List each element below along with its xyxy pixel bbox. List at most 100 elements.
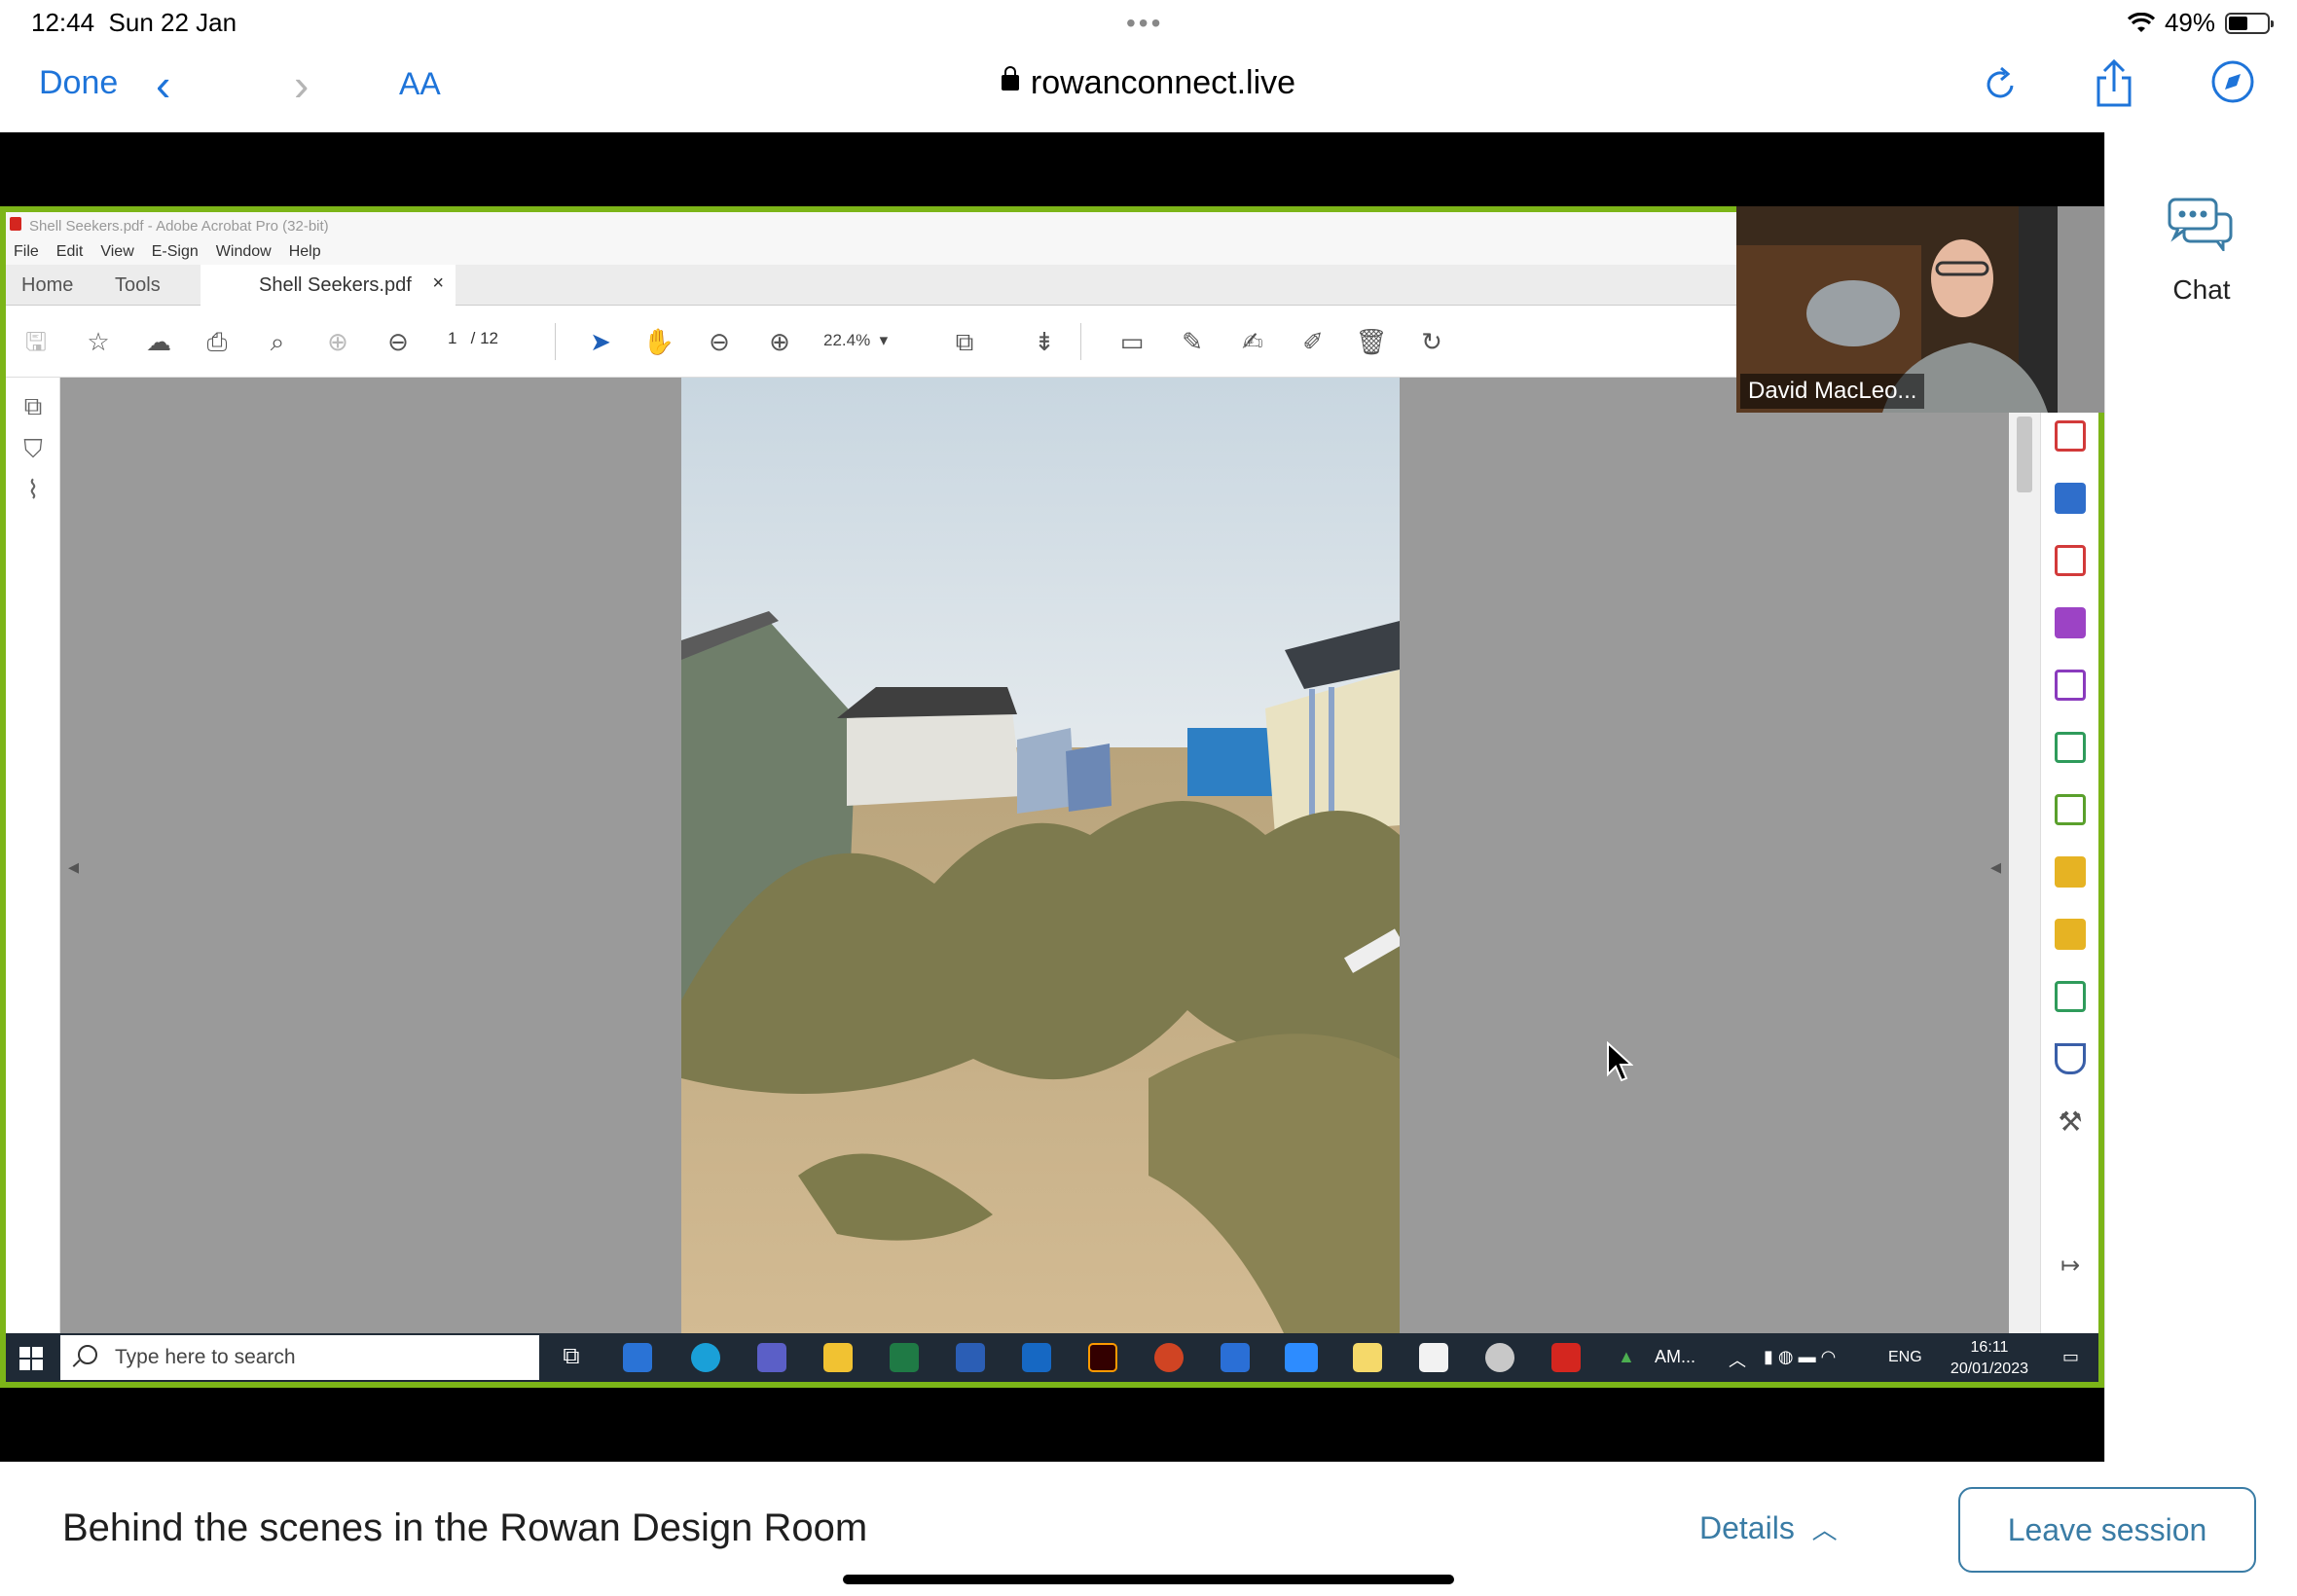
close-tab-icon[interactable]: × (432, 272, 444, 295)
upload-cloud-icon[interactable]: ☁ (142, 325, 175, 358)
comment-icon[interactable]: ▭ (1115, 325, 1148, 358)
organize-pages-icon[interactable] (2055, 545, 2086, 576)
scan-ocr-icon[interactable] (2055, 856, 2086, 888)
status-time: 12:44 Sun 22 Jan (31, 8, 237, 37)
sticky-notes-icon[interactable] (1353, 1343, 1382, 1372)
zoom-app-icon[interactable] (1285, 1343, 1318, 1372)
print-icon[interactable]: ⎙ (201, 325, 234, 358)
reload-icon[interactable] (1982, 60, 2021, 112)
protect-shield-icon[interactable] (2055, 1043, 2086, 1074)
zoom-search-icon[interactable]: ⌕ (261, 325, 294, 358)
fit-page-icon[interactable]: ⧉ (948, 325, 981, 358)
lock-icon (1001, 66, 1019, 91)
menu-help[interactable]: Help (289, 243, 321, 261)
chat-label[interactable]: Chat (2105, 274, 2297, 306)
page-up-icon[interactable]: ⊕ (321, 325, 354, 358)
toolbar-divider (1080, 323, 1081, 360)
bookmark-star-icon[interactable]: ☆ (82, 325, 115, 358)
page-down-icon[interactable]: ⊖ (382, 325, 415, 358)
draw-icon[interactable]: ✍ (1236, 325, 1269, 358)
outlook-icon[interactable] (1022, 1343, 1051, 1372)
tray-chevron-icon[interactable]: ︿ (1729, 1347, 1746, 1372)
battery-percent: 49% (2164, 8, 2215, 37)
task-view-icon[interactable]: ⧉ (557, 1343, 586, 1372)
request-signature-icon[interactable] (2055, 607, 2086, 638)
menu-file[interactable]: File (14, 243, 39, 261)
home-indicator[interactable] (843, 1575, 1454, 1584)
vertical-scrollbar[interactable] (2009, 378, 2040, 1333)
windows-start-icon[interactable] (19, 1347, 43, 1370)
leave-session-button[interactable]: Leave session (1958, 1487, 2256, 1573)
taskbar-clock[interactable]: 16:11 20/01/2023 (1951, 1337, 2028, 1380)
scroll-mode-icon[interactable]: ⇟ (1028, 325, 1061, 358)
collapse-left-icon[interactable]: ◂ (68, 854, 79, 880)
collapse-right-icon[interactable]: ◂ (1990, 854, 2001, 880)
acrobat-icon (10, 217, 21, 231)
illustrator-icon[interactable] (1088, 1343, 1117, 1372)
file-explorer-icon[interactable] (823, 1343, 853, 1372)
compare-icon[interactable] (2055, 794, 2086, 825)
url-text: rowanconnect.live (1030, 64, 1296, 101)
browser-toolbar: Done ‹ › AA rowanconnect.live (0, 45, 2297, 132)
print-production-icon[interactable] (2055, 981, 2086, 1012)
highlight-pen-icon[interactable]: ✎ (1176, 325, 1209, 358)
zoom-level-select[interactable]: 22.4% ▾ (823, 331, 888, 350)
participant-name: David MacLeo... (1740, 374, 1925, 409)
share-icon[interactable] (2093, 58, 2135, 118)
participant-video-tile[interactable]: David MacLeo... (1736, 206, 2104, 413)
rotate-icon[interactable]: ↻ (1415, 325, 1448, 358)
menu-view[interactable]: View (100, 243, 133, 261)
chat-bubbles-icon[interactable] (2167, 197, 2235, 251)
tray-icons[interactable]: ▮ ◍ ▬ ◠ (1764, 1347, 1836, 1367)
word-icon[interactable] (956, 1343, 985, 1372)
session-bar: Behind the scenes in the Rowan Design Ro… (0, 1462, 2297, 1596)
acrobat-taskbar-icon[interactable] (1551, 1343, 1581, 1372)
tab-home[interactable]: Home (21, 274, 73, 297)
edit-icon[interactable]: ✐ (1296, 325, 1330, 358)
page-indicator[interactable]: 1 / 12 (448, 329, 498, 348)
store-app-icon[interactable] (1221, 1343, 1250, 1372)
teams-icon[interactable] (757, 1343, 786, 1372)
right-tools-rail: ⚒ ↦ (2040, 378, 2098, 1333)
language-indicator[interactable]: ENG (1888, 1349, 1922, 1366)
more-tools-icon[interactable]: ⚒ (2055, 1106, 2086, 1137)
menu-edit[interactable]: Edit (56, 243, 84, 261)
export-pdf-icon[interactable] (2055, 483, 2086, 514)
delete-icon[interactable]: 🗑 (1355, 325, 1388, 358)
multitasking-dots-icon[interactable]: ••• (1126, 8, 1163, 39)
ms-store-icon[interactable] (1419, 1343, 1448, 1372)
attachment-icon[interactable]: ⌇ (18, 475, 49, 506)
select-cursor-icon[interactable]: ➤ (584, 325, 617, 358)
send-review-icon[interactable] (2055, 732, 2086, 763)
bookmarks-icon[interactable]: ⛉ (18, 434, 49, 465)
collapse-panel-icon[interactable]: ↦ (2055, 1251, 2086, 1283)
fill-sign-icon[interactable] (2055, 670, 2086, 701)
save-icon[interactable]: 🖫 (19, 325, 53, 358)
scrollbar-thumb[interactable] (2017, 417, 2032, 492)
edge-browser-icon[interactable] (691, 1343, 720, 1372)
details-button[interactable]: Details ︿ (1699, 1510, 1838, 1546)
excel-icon[interactable] (890, 1343, 919, 1372)
tray-app-label[interactable]: AM... (1655, 1347, 1695, 1367)
zoom-in-icon[interactable]: ⊕ (763, 325, 796, 358)
stocks-icon[interactable]: ▲ (1618, 1347, 1635, 1367)
snipping-tool-icon[interactable] (1485, 1343, 1514, 1372)
compass-icon[interactable] (2209, 58, 2256, 114)
menu-window[interactable]: Window (216, 243, 272, 261)
powerpoint-icon[interactable] (1154, 1343, 1184, 1372)
menu-esign[interactable]: E-Sign (152, 243, 199, 261)
notification-icon[interactable]: ▭ (2062, 1347, 2079, 1367)
tab-tools[interactable]: Tools (115, 274, 161, 297)
create-pdf-icon[interactable] (2055, 420, 2086, 452)
address-bar[interactable]: rowanconnect.live (0, 64, 2297, 102)
pdf-page (681, 378, 1400, 1335)
zoom-out-icon[interactable]: ⊖ (703, 325, 736, 358)
status-right: 49% (2127, 8, 2274, 38)
tab-document[interactable]: Shell Seekers.pdf × (201, 265, 456, 306)
taskbar-search-input[interactable]: Type here to search (60, 1335, 539, 1380)
pages-thumbnail-icon[interactable]: ⧉ (18, 391, 49, 422)
news-app-icon[interactable] (623, 1343, 652, 1372)
comment-tool-icon[interactable] (2055, 919, 2086, 950)
hand-tool-icon[interactable]: ✋ (642, 325, 675, 358)
status-bar: 12:44 Sun 22 Jan ••• 49% (0, 0, 2297, 45)
